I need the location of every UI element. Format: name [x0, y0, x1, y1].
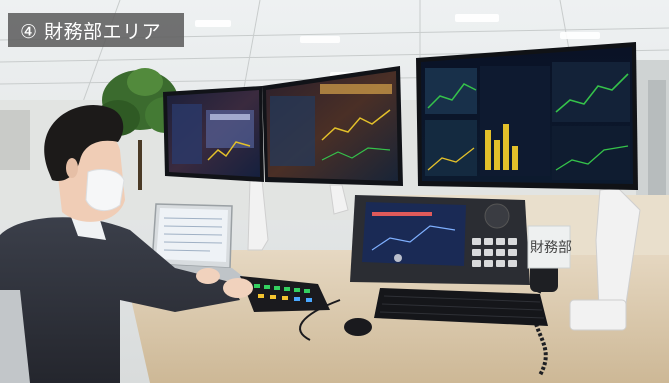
desk-sign: 財務部 [527, 225, 572, 269]
section-caption: ④ 財務部エリア [8, 13, 184, 47]
section-caption-text: ④ 財務部エリア [20, 20, 162, 43]
trading-turret [350, 195, 530, 285]
photo-frame: 財務部 ④ 財務部エリア [0, 0, 669, 383]
monitor-right [416, 42, 638, 190]
mouse [344, 318, 372, 336]
monitor-left [163, 86, 264, 182]
trading-desk-photo: 財務部 [0, 0, 669, 383]
desk-sign-text: 財務部 [530, 240, 572, 256]
monitor-middle [262, 66, 403, 186]
